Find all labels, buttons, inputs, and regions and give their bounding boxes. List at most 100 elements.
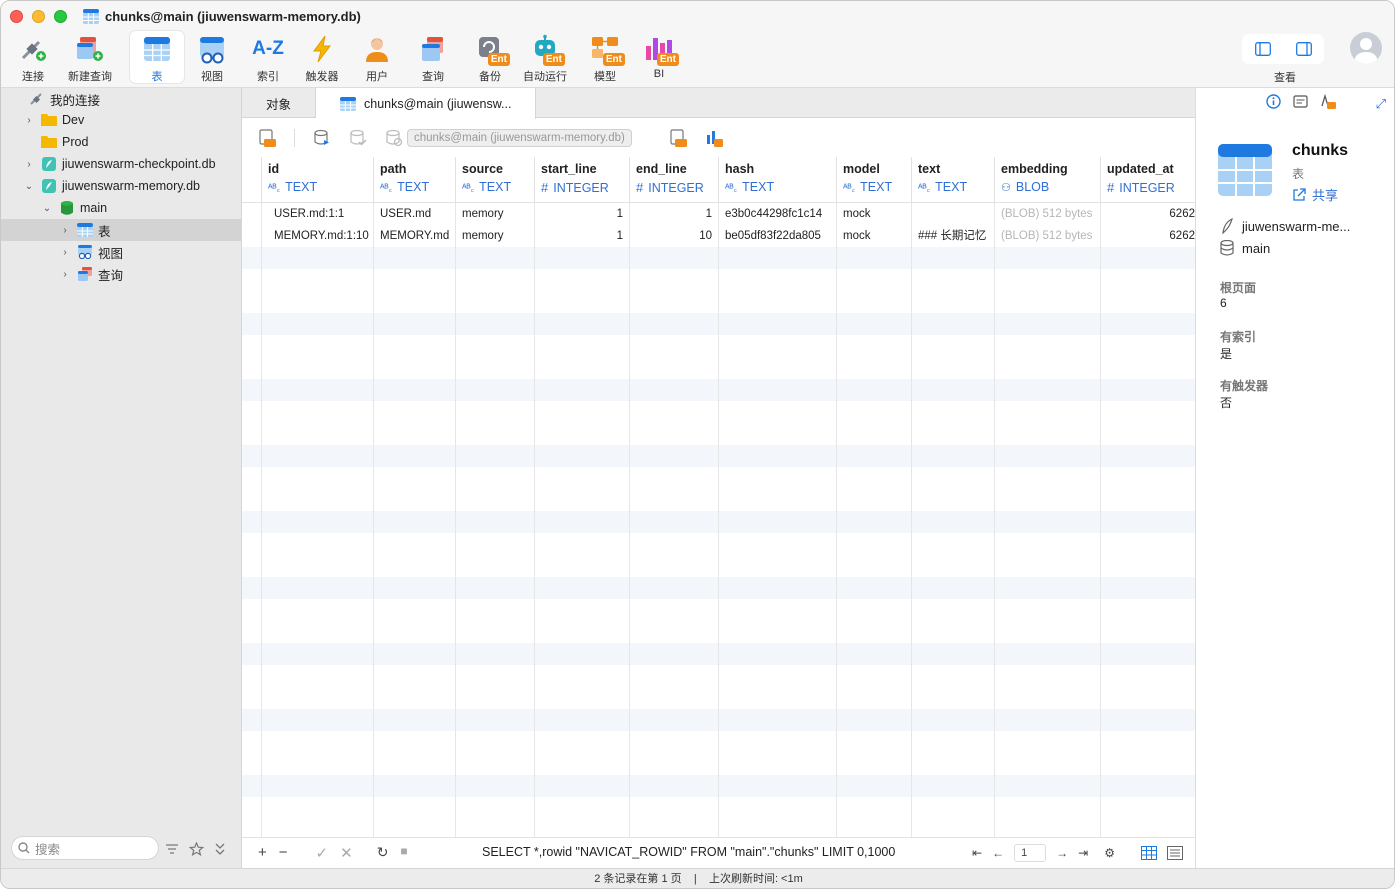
cell-embedding[interactable]: (BLOB) 512 bytes [995,225,1101,247]
cell-id[interactable]: USER.md:1:1 [262,203,374,225]
cell-hash[interactable]: e3b0c44298fc1c14 [719,203,837,225]
begin-transaction-icon[interactable] [313,129,331,147]
stop-icon[interactable]: ■ [400,844,407,862]
cell-start-line[interactable]: 1 [535,225,630,247]
sidebar-search-input[interactable]: 搜索 [11,836,159,860]
tab-chunks[interactable]: chunks@main (jiuwensw... [316,88,536,119]
left-sidebar-toggle-icon[interactable] [1254,42,1271,56]
page-number-input[interactable]: 1 [1014,844,1047,862]
chevron-right-icon[interactable]: › [23,158,35,170]
tree-item-tables[interactable]: › 表 [1,219,241,241]
cell-updated-at[interactable]: 6262 [1101,203,1195,225]
cell-hash[interactable]: be05df83f22da805 [719,225,837,247]
right-sidebar-toggle-icon[interactable] [1295,42,1312,56]
settings-gear-icon[interactable]: ⚙ [1104,846,1115,860]
tab-objects[interactable]: 对象 [242,88,316,118]
toolbar-model[interactable]: Ent 模型 [578,31,632,83]
collapse-icon[interactable] [214,842,226,856]
user-icon [366,38,388,62]
cell-model[interactable]: mock [837,225,912,247]
delete-record-icon[interactable]: − [279,844,288,862]
cell-path[interactable]: USER.md [374,203,456,225]
chevron-down-icon[interactable]: ⌄ [41,202,53,214]
toolbar-queries[interactable]: 查询 [406,31,460,83]
tree-item-memory-db[interactable]: ⌄ jiuwenswarm-memory.db [1,175,241,197]
toolbar-views[interactable]: 视图 [185,31,239,83]
info-icon[interactable] [1266,94,1281,109]
grid-view-icon[interactable] [1141,846,1157,860]
cell-model[interactable]: mock [837,203,912,225]
toolbar-automation[interactable]: Ent 自动运行 [518,31,572,83]
share-button[interactable]: 共享 [1292,185,1338,204]
toolbar-backup[interactable]: Ent 备份 [463,31,517,83]
user-avatar[interactable] [1350,32,1382,64]
column-header-path[interactable]: path ᴬᴮ꜀ TEXT [374,157,456,203]
toolbar-queries-label: 查询 [422,71,444,83]
column-header-end-line[interactable]: end_line # INTEGER [630,157,719,203]
tree-item-label: Dev [62,113,85,127]
toolbar-bi[interactable]: Ent BI [632,31,686,83]
last-page-icon[interactable]: ⇥ [1078,846,1088,860]
column-header-model[interactable]: model ᴬᴮ꜀ TEXT [837,157,912,203]
chevron-right-icon[interactable]: › [59,224,71,236]
cell-text[interactable] [912,203,995,225]
column-header-source[interactable]: source ᴬᴮ꜀ TEXT [456,157,535,203]
column-header-start-line[interactable]: start_line # INTEGER [535,157,630,203]
filter-ent-icon[interactable] [669,129,687,147]
cell-text[interactable]: ### 长期记忆 [912,225,995,247]
toolbar-new-query[interactable]: 新建查询 [63,31,117,83]
first-page-icon[interactable]: ⇤ [972,846,982,860]
tree-item-prod[interactable]: Prod [1,131,241,153]
cell-updated-at[interactable]: 6262 [1101,225,1195,247]
cell-end-line[interactable]: 10 [630,225,719,247]
column-header-embedding[interactable]: embedding ⚇ BLOB [995,157,1101,203]
column-type-label: INTEGER [1119,180,1175,195]
chevron-right-icon[interactable]: › [23,114,35,126]
column-header-text[interactable]: text ᴬᴮ꜀ TEXT [912,157,995,203]
refresh-icon[interactable]: ↻ [377,844,389,862]
toolbar-connect[interactable]: 连接 [6,31,60,83]
expand-icon[interactable]: ⤢ [1376,96,1386,112]
cell-source[interactable]: memory [456,203,535,225]
add-record-icon[interactable]: + [258,844,267,862]
next-page-icon[interactable]: → [1056,846,1068,860]
toolbar-triggers[interactable]: 触发器 [295,31,349,83]
toolbar-users[interactable]: 用户 [350,31,404,83]
cell-id[interactable]: MEMORY.md:1:10 [262,225,374,247]
ddl-icon[interactable] [1293,94,1308,109]
apply-changes-icon[interactable]: ✓ [316,844,329,862]
column-header-id[interactable]: id ᴬᴮ꜀ TEXT [262,157,374,203]
discard-changes-icon[interactable]: ✕ [340,844,353,862]
toolbar-backup-label: 备份 [479,71,501,83]
cell-embedding[interactable]: (BLOB) 512 bytes [995,203,1101,225]
cell-source[interactable]: memory [456,225,535,247]
previous-page-icon[interactable]: ← [992,846,1004,860]
close-window-button[interactable] [10,10,23,23]
zoom-window-button[interactable] [54,10,67,23]
column-header-hash[interactable]: hash ᴬᴮ꜀ TEXT [719,157,837,203]
chevron-right-icon[interactable]: › [59,246,71,258]
toolbar-tables[interactable]: 表 [130,31,184,83]
tree-item-dev[interactable]: › Dev [1,109,241,131]
tree-root-my-connections[interactable]: 我的连接 [1,88,241,110]
cell-start-line[interactable]: 1 [535,203,630,225]
tree-item-main-schema[interactable]: ⌄ main [1,197,241,219]
tree-item-queries[interactable]: › 查询 [1,263,241,285]
form-view-icon[interactable] [1167,846,1183,860]
commit-icon[interactable] [349,129,367,147]
ai-ent-icon[interactable] [1320,94,1336,109]
rollback-icon[interactable] [385,129,403,147]
chart-ent-icon[interactable] [705,129,723,147]
export-ent-icon[interactable] [258,129,276,147]
cell-end-line[interactable]: 1 [630,203,719,225]
minimize-window-button[interactable] [32,10,45,23]
star-icon[interactable] [189,842,204,856]
toolbar-indexes[interactable]: A-Z 索引 [241,31,295,83]
column-header-updated-at[interactable]: updated_at # INTEGER [1101,157,1195,203]
chevron-right-icon[interactable]: › [59,268,71,280]
cell-path[interactable]: MEMORY.md [374,225,456,247]
tree-item-views[interactable]: › 视图 [1,241,241,263]
chevron-down-icon[interactable]: ⌄ [23,180,35,192]
tree-item-checkpoint-db[interactable]: › jiuwenswarm-checkpoint.db [1,153,241,175]
filter-icon[interactable] [165,842,179,856]
